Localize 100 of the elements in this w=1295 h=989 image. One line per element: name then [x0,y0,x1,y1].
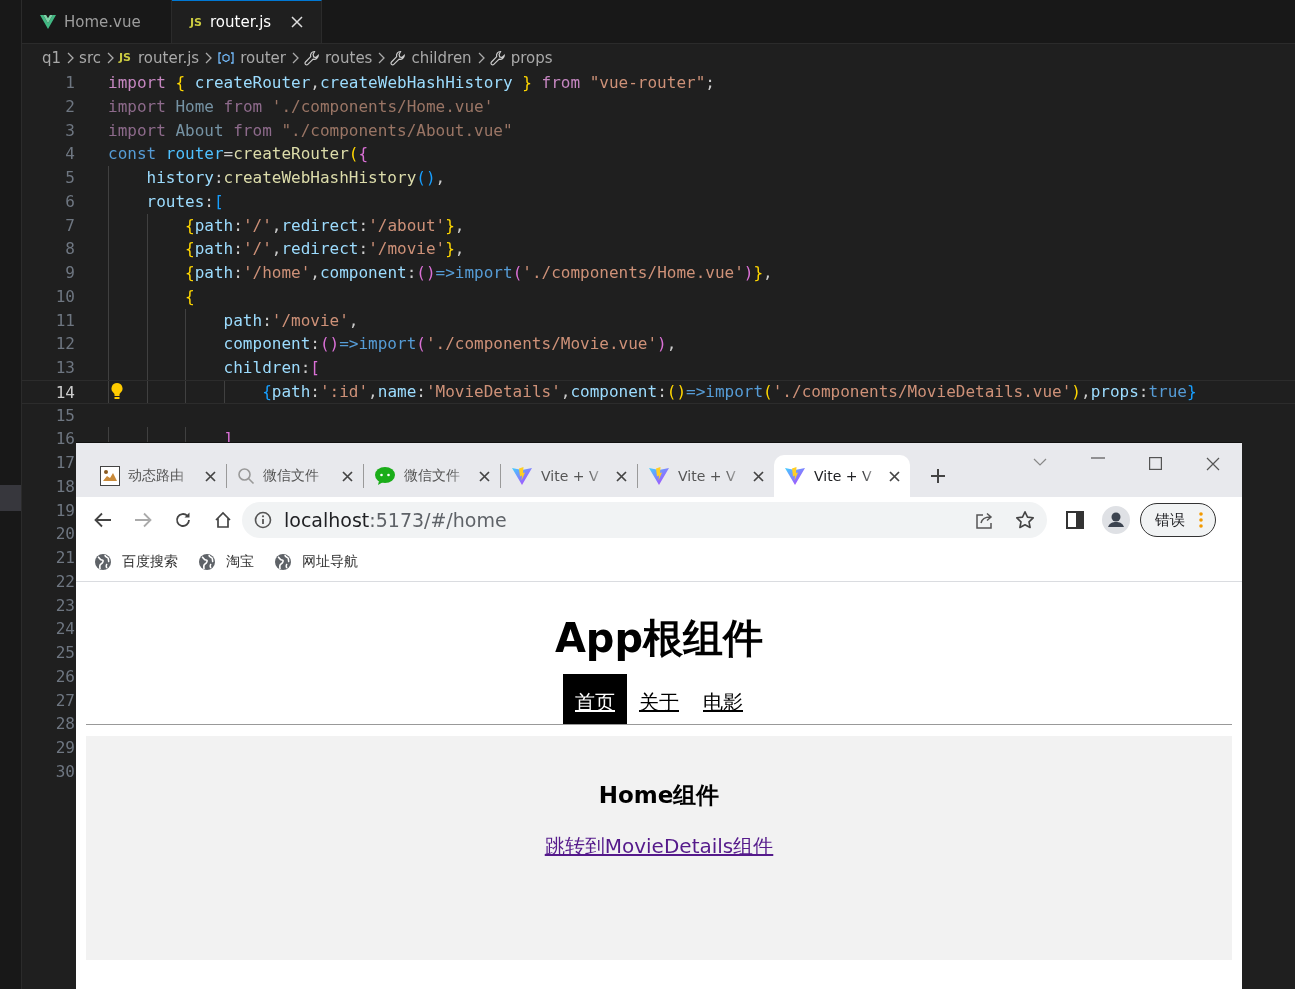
line-number: 10 [54,285,75,308]
line-number: 17 [54,452,75,474]
reload-icon[interactable] [174,511,192,529]
close-icon[interactable] [1206,457,1220,471]
close-icon[interactable] [479,470,490,482]
line-number: 7 [64,214,75,237]
selection-marker [0,485,21,511]
line-number: 28 [54,713,75,736]
component-heading: Home组件 [598,781,720,810]
lightning-logo-icon [511,466,533,486]
profile-error-button[interactable]: 错误 [1140,503,1216,537]
code-line: import About from "./components/About.vue" [108,119,513,142]
chevron-down-icon[interactable] [1033,457,1047,467]
line-number: 27 [54,689,75,712]
line-number: 13 [54,357,75,379]
image-icon [100,466,120,486]
star-icon[interactable] [1015,510,1035,530]
js-icon: JS [119,51,131,64]
browser-tab[interactable]: Vite + V [638,455,774,497]
nav-link[interactable]: 关于 [627,674,691,724]
lightning-logo-icon [784,466,806,486]
breadcrumb-item[interactable]: router.js [138,48,200,67]
line-number: 22 [54,570,75,593]
share-icon[interactable] [975,511,995,529]
chevron-icon [204,51,213,64]
close-icon[interactable] [889,470,900,482]
breadcrumb-item[interactable]: q1 [42,48,62,67]
chevron-icon [106,51,114,64]
lightbulb-icon[interactable] [110,381,124,400]
line-number: 14 [54,381,75,403]
breadcrumb-item[interactable]: src [79,48,101,67]
line-number: 15 [54,404,75,427]
wrench-icon [304,49,320,66]
page-title: App根组件 [553,614,765,662]
wrench-icon [390,49,407,66]
line-number: 1 [64,72,75,94]
code-line: const router=createRouter({ [108,143,369,166]
chevron-icon [476,51,485,64]
chat-bubble-icon [374,466,396,486]
line-number: 20 [54,523,75,546]
close-icon[interactable] [616,470,627,482]
globe-icon [94,553,112,571]
breadcrumb-item[interactable]: routes [325,48,373,67]
line-number: 6 [64,190,75,213]
close-icon[interactable] [342,470,353,482]
vue-logo-icon [40,14,56,29]
breadcrumb-item[interactable]: props [510,48,553,67]
browser-tab[interactable]: Vite + V [501,455,637,497]
line-number: 25 [54,642,75,664]
line-number: 9 [64,262,75,284]
home-icon[interactable] [214,511,232,529]
code-line: import Home from './components/Home.vue' [108,95,494,118]
close-icon[interactable] [205,470,216,482]
maximize-icon[interactable] [1149,457,1162,470]
line-number: 11 [54,309,75,332]
url-text: localhost:5173/#/home [284,509,507,531]
variable-icon [217,50,236,65]
nav-link[interactable]: 电影 [691,674,755,724]
address-bar[interactable]: localhost:5173/#/home [242,502,1047,538]
profile-avatar-icon[interactable] [1102,506,1130,534]
wrench-icon [489,49,506,66]
details-link[interactable]: 跳转到MovieDetails组件 [544,833,774,860]
bookmark-link[interactable]: 淘宝 [226,553,254,571]
line-number: 12 [54,333,75,356]
bookmark-link[interactable]: 百度搜索 [122,553,178,571]
browser-tab[interactable]: 动态路由 [90,455,226,497]
plus-icon[interactable] [930,468,946,484]
globe-icon [274,553,292,571]
globe-icon [198,553,216,571]
editor-tab[interactable]: JS router.js [172,0,322,43]
side-panel-icon[interactable] [1066,511,1084,529]
info-icon[interactable] [254,511,272,529]
back-arrow-icon[interactable] [94,512,112,528]
line-number: 18 [54,475,75,498]
nav-link[interactable]: 首页 [563,674,627,724]
chevron-icon [377,51,386,64]
line-number: 16 [54,428,75,451]
bookmark-link[interactable]: 网址导航 [302,553,358,571]
lightning-logo-icon [648,466,670,486]
breadcrumb-item[interactable]: router [240,48,286,67]
line-number: 19 [54,499,75,522]
breadcrumb-item[interactable]: children [411,48,472,67]
chevron-icon [291,51,299,64]
browser-tab[interactable]: Vite + V [774,455,910,497]
line-number: 30 [54,760,75,783]
line-number: 29 [54,737,75,759]
browser-tab[interactable]: 微信文件 [227,455,363,497]
code-line: import { createRouter,createWebHashHistory } from "vue-router"; [108,72,715,94]
line-number: 21 [54,547,75,569]
line-number: 26 [54,665,75,688]
line-number: 23 [54,594,75,617]
js-icon: JS [190,15,202,29]
chevron-icon [66,51,75,64]
line-number: 3 [64,119,75,142]
line-number: 5 [64,167,75,189]
line-number: 8 [64,238,75,261]
search-icon [237,467,255,485]
browser-tab[interactable]: 微信文件 [364,455,500,497]
line-number: 24 [54,618,75,641]
close-icon[interactable] [753,470,764,482]
